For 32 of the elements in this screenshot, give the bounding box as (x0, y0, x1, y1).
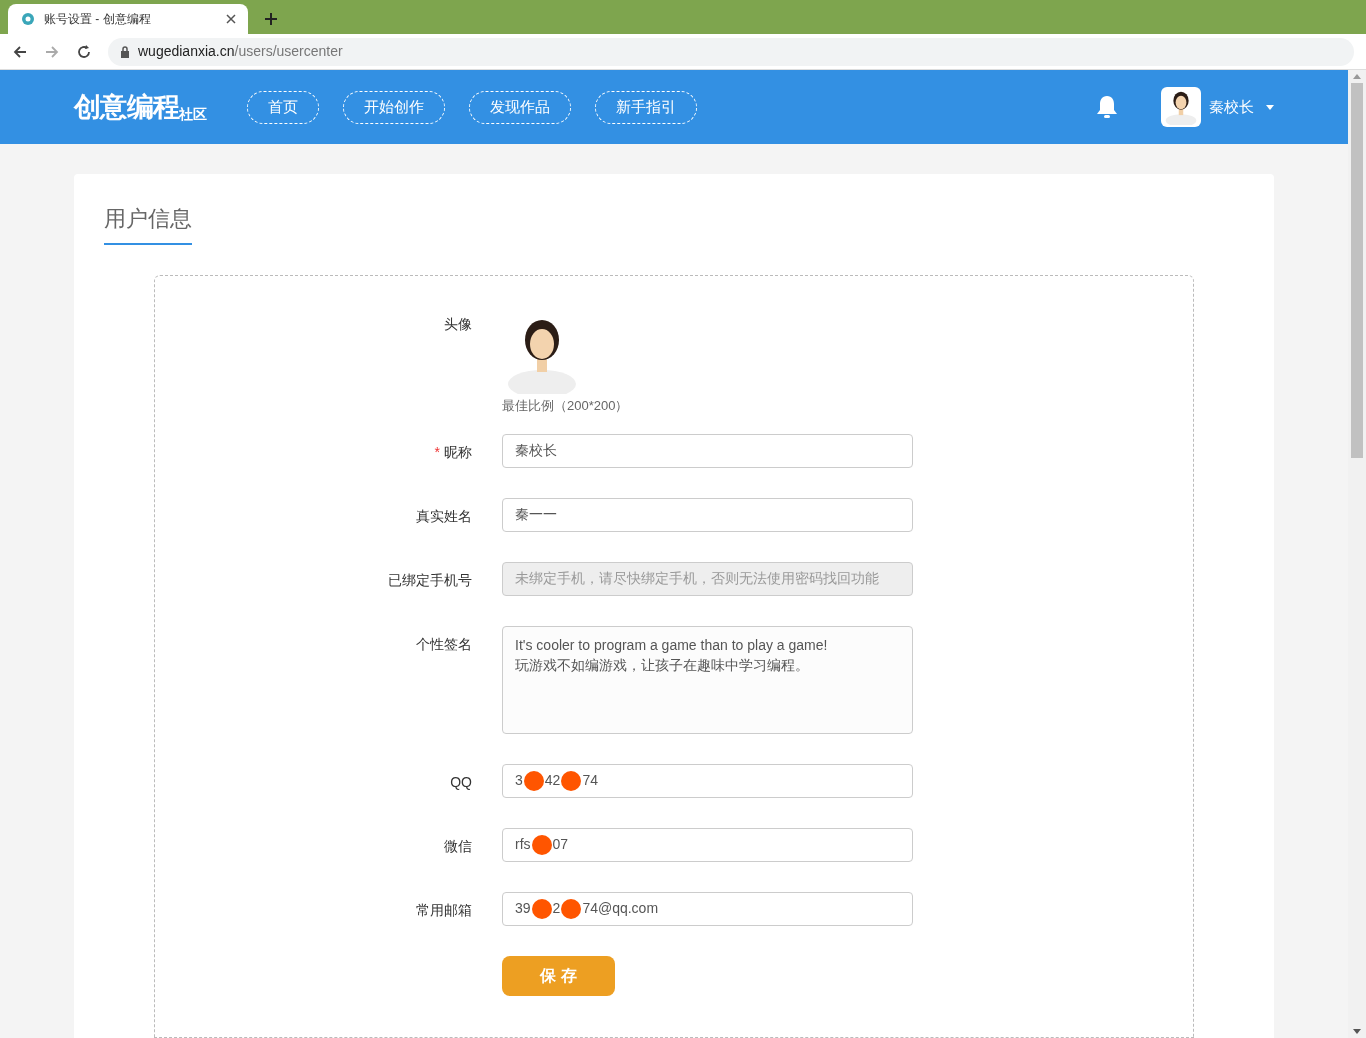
input-field[interactable]: 39 2 74@qq.com (502, 891, 913, 926)
logo-suffix: 社区 (179, 106, 208, 125)
bell-icon[interactable] (1095, 94, 1119, 120)
caret-icon (1266, 104, 1274, 110)
browser-tab[interactable]: 账号设置 - 创意编程 (8, 4, 248, 34)
back-icon[interactable] (12, 43, 28, 60)
field-label: 已绑定手机号 (388, 570, 472, 590)
lock-icon (120, 45, 130, 58)
url-text: wugedianxia.cn/users/usercenter (138, 42, 343, 61)
plus-icon[interactable] (264, 12, 278, 26)
reload-icon[interactable] (76, 43, 92, 60)
input-field[interactable]: 3 42 74 (502, 763, 913, 798)
scrollbar-thumb[interactable] (1351, 83, 1363, 458)
field-label: QQ (450, 772, 472, 792)
field-label: 真实姓名 (416, 506, 472, 526)
user-name: 秦校长 (1209, 96, 1254, 117)
avatar-hint: 最佳比例（200*200） (502, 397, 629, 415)
input-field[interactable]: 秦一一 (502, 497, 913, 532)
gear-icon (20, 11, 36, 27)
input-field[interactable]: 秦校长 (502, 433, 913, 468)
field-label: 微信 (444, 836, 472, 856)
scroll-down-icon[interactable] (1353, 1029, 1361, 1034)
field-label: 常用邮箱 (416, 900, 472, 920)
field-label: 个性签名 (416, 634, 472, 654)
section-title: 用户信息 (104, 206, 192, 231)
close-icon[interactable] (226, 14, 236, 24)
tab-title: 账号设置 - 创意编程 (44, 11, 152, 28)
input-field[interactable]: rfs 07 (502, 827, 913, 862)
field-label: 头像 (444, 315, 472, 334)
field-label: * 昵称 (434, 442, 472, 462)
address-bar[interactable]: wugedianxia.cn/users/usercenter (108, 37, 1354, 66)
signature-textarea[interactable]: It's cooler to program a game than to play a game! 玩游戏不如编游戏，让孩子在趣味中学习编程。 (502, 625, 913, 734)
